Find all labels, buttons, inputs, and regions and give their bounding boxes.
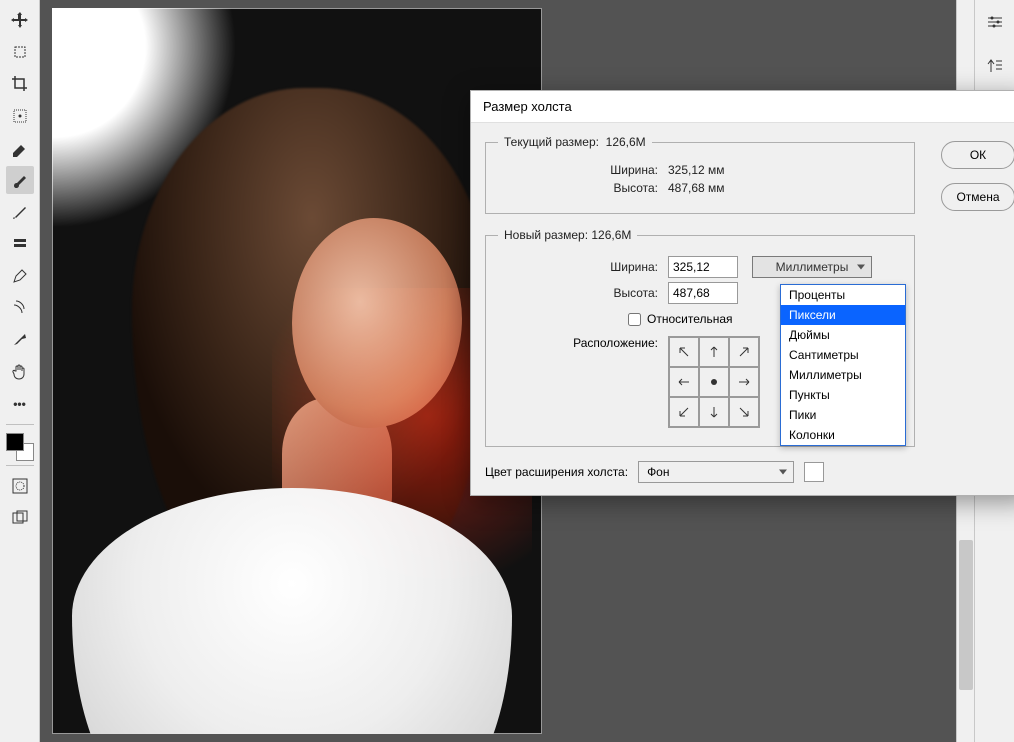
anchor-se[interactable] bbox=[729, 397, 759, 427]
unit-option[interactable]: Колонки bbox=[781, 425, 905, 445]
paragraph-icon[interactable] bbox=[981, 52, 1009, 80]
unit-dropdown[interactable]: ПроцентыПикселиДюймыСантиметрыМиллиметры… bbox=[780, 284, 906, 446]
cancel-button[interactable]: Отмена bbox=[941, 183, 1014, 211]
current-width-label: Ширина: bbox=[498, 163, 668, 177]
blur-tool[interactable] bbox=[6, 294, 34, 322]
new-width-label: Ширина: bbox=[498, 260, 668, 274]
unit-option[interactable]: Пункты bbox=[781, 385, 905, 405]
path-tool[interactable] bbox=[6, 326, 34, 354]
anchor-e[interactable] bbox=[729, 367, 759, 397]
current-size-group: Текущий размер: 126,6M Ширина: 325,12 мм… bbox=[485, 135, 915, 214]
unit-option[interactable]: Пиксели bbox=[781, 305, 905, 325]
unit-select[interactable]: Миллиметры bbox=[752, 256, 872, 278]
ext-color-swatch[interactable] bbox=[804, 462, 824, 482]
magic-wand-tool[interactable] bbox=[6, 102, 34, 130]
ext-color-value: Фон bbox=[647, 465, 669, 479]
relative-label: Относительная bbox=[647, 312, 733, 326]
stamp-tool[interactable] bbox=[6, 230, 34, 258]
eraser-tool[interactable] bbox=[6, 134, 34, 162]
artboard-tool[interactable] bbox=[6, 38, 34, 66]
toolbar-divider-2 bbox=[6, 465, 34, 466]
screen-mode-tool[interactable] bbox=[6, 504, 34, 532]
adjustments-icon[interactable] bbox=[981, 8, 1009, 36]
anchor-center[interactable] bbox=[699, 367, 729, 397]
more-tools[interactable]: ••• bbox=[6, 390, 34, 418]
ok-button[interactable]: ОК bbox=[941, 141, 1014, 169]
unit-option[interactable]: Дюймы bbox=[781, 325, 905, 345]
new-height-input[interactable] bbox=[668, 282, 738, 304]
foreground-color[interactable] bbox=[6, 433, 24, 451]
color-swatches[interactable] bbox=[6, 433, 34, 461]
anchor-n[interactable] bbox=[699, 337, 729, 367]
left-toolbar: ••• bbox=[0, 0, 40, 742]
ext-color-label: Цвет расширения холста: bbox=[485, 465, 628, 479]
anchor-w[interactable] bbox=[669, 367, 699, 397]
new-height-label: Высота: bbox=[498, 286, 668, 300]
new-size-group: Новый размер: 126,6M Ширина: Миллиметры … bbox=[485, 228, 915, 447]
scrollbar-thumb[interactable] bbox=[959, 540, 973, 690]
paint-tool[interactable] bbox=[6, 198, 34, 226]
current-height-value: 487,68 мм bbox=[668, 181, 725, 195]
hand-tool[interactable] bbox=[6, 358, 34, 386]
dialog-title: Размер холста bbox=[471, 91, 1014, 123]
unit-option[interactable]: Проценты bbox=[781, 285, 905, 305]
new-size-legend: Новый размер: 126,6M bbox=[498, 228, 637, 242]
anchor-nw[interactable] bbox=[669, 337, 699, 367]
relative-checkbox[interactable] bbox=[628, 313, 641, 326]
new-width-input[interactable] bbox=[668, 256, 738, 278]
anchor-label: Расположение: bbox=[498, 336, 668, 350]
move-tool[interactable] bbox=[6, 6, 34, 34]
document-canvas[interactable] bbox=[52, 8, 542, 734]
canvas-size-dialog: Размер холста ОК Отмена Текущий размер: … bbox=[470, 90, 1014, 496]
pen-tool[interactable] bbox=[6, 262, 34, 290]
unit-option[interactable]: Миллиметры bbox=[781, 365, 905, 385]
brush-tool[interactable] bbox=[6, 166, 34, 194]
quick-mask-tool[interactable] bbox=[6, 472, 34, 500]
anchor-s[interactable] bbox=[699, 397, 729, 427]
unit-option[interactable]: Сантиметры bbox=[781, 345, 905, 365]
current-size-legend: Текущий размер: 126,6M bbox=[498, 135, 652, 149]
current-width-value: 325,12 мм bbox=[668, 163, 725, 177]
anchor-sw[interactable] bbox=[669, 397, 699, 427]
current-height-label: Высота: bbox=[498, 181, 668, 195]
anchor-grid bbox=[668, 336, 760, 428]
toolbar-divider bbox=[6, 424, 34, 425]
unit-option[interactable]: Пики bbox=[781, 405, 905, 425]
anchor-ne[interactable] bbox=[729, 337, 759, 367]
crop-tool[interactable] bbox=[6, 70, 34, 98]
unit-select-label: Миллиметры bbox=[776, 260, 849, 274]
ext-color-select[interactable]: Фон bbox=[638, 461, 794, 483]
